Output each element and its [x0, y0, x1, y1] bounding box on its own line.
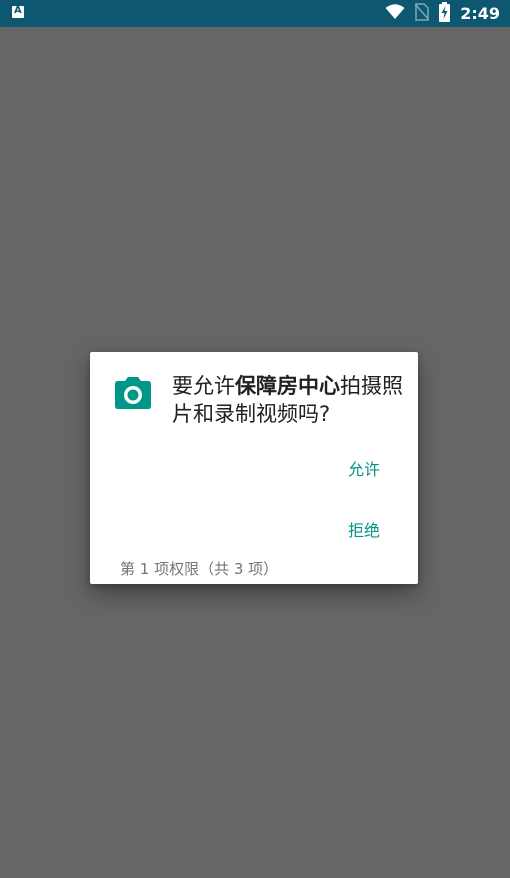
- status-time: 2:49: [460, 4, 500, 23]
- screen: 2:49 要允许保障房中心拍摄照片和录制视频吗? 允许 拒绝 第 1 项权限（共…: [0, 0, 510, 878]
- status-bar: 2:49: [0, 0, 510, 27]
- no-sim-icon: [414, 2, 430, 25]
- dialog-title: 要允许保障房中心拍摄照片和录制视频吗?: [172, 372, 404, 428]
- app-notification-icon: [12, 5, 24, 18]
- battery-charging-icon: [439, 1, 451, 26]
- camera-icon: [114, 376, 152, 410]
- permission-dialog: 要允许保障房中心拍摄照片和录制视频吗? 允许 拒绝 第 1 项权限（共 3 项）: [90, 352, 418, 584]
- status-icons: 2:49: [385, 0, 500, 27]
- deny-button[interactable]: 拒绝: [348, 517, 380, 541]
- allow-button[interactable]: 允许: [348, 456, 380, 480]
- app-name: 保障房中心: [235, 374, 340, 398]
- permission-counter: 第 1 项权限（共 3 项）: [120, 560, 279, 578]
- wifi-icon: [385, 3, 405, 24]
- title-prefix: 要允许: [172, 374, 235, 398]
